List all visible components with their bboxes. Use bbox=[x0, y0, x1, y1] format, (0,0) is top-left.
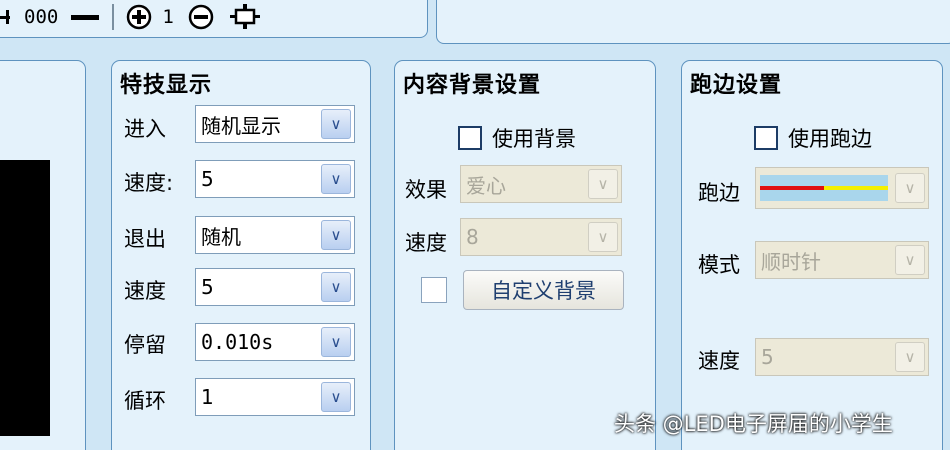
bg-effect-value: 爱心 bbox=[466, 173, 506, 198]
stay-select[interactable]: 0.010s ∨ bbox=[195, 323, 355, 361]
chevron-down-icon[interactable]: ∨ bbox=[321, 164, 351, 194]
chevron-down-icon[interactable]: ∨ bbox=[321, 382, 351, 412]
border-mode-value: 顺时针 bbox=[761, 249, 821, 274]
zoom-in-icon[interactable] bbox=[124, 3, 154, 31]
use-background-checkbox[interactable] bbox=[458, 126, 482, 150]
preview-screen bbox=[0, 160, 50, 436]
border-mode-select[interactable]: 顺时针 ∨ bbox=[755, 241, 929, 279]
speed1-label: 速度: bbox=[124, 171, 174, 195]
enter-select[interactable]: 随机显示 ∨ bbox=[195, 105, 355, 143]
exit-label: 退出 bbox=[124, 227, 166, 251]
enter-label: 进入 bbox=[124, 117, 166, 141]
background-title: 内容背景设置 bbox=[403, 73, 542, 98]
custom-background-checkbox[interactable] bbox=[421, 277, 447, 303]
chevron-down-icon[interactable]: ∨ bbox=[321, 327, 351, 357]
chevron-down-icon[interactable]: ∨ bbox=[895, 245, 925, 275]
bg-speed-select[interactable]: 8 ∨ bbox=[460, 218, 622, 256]
speed2-label: 速度 bbox=[124, 279, 166, 303]
exit-value: 随机 bbox=[201, 224, 241, 249]
fit-screen-icon[interactable] bbox=[228, 3, 262, 31]
border-pattern-preview bbox=[760, 175, 888, 201]
zoom-value: 1 bbox=[162, 6, 174, 28]
bg-speed-label: 速度 bbox=[405, 231, 447, 255]
stay-value: 0.010s bbox=[201, 330, 274, 354]
chevron-down-icon[interactable]: ∨ bbox=[588, 169, 618, 199]
digits-label: 000 bbox=[24, 6, 59, 28]
effects-title: 特技显示 bbox=[120, 73, 213, 98]
border-style-select[interactable]: ∨ bbox=[755, 167, 929, 209]
background-panel: 内容背景设置 使用背景 效果 爱心 ∨ 速度 8 ∨ 自定义背景 bbox=[394, 60, 656, 450]
border-style-label: 跑边 bbox=[698, 181, 740, 205]
border-mode-label: 模式 bbox=[698, 253, 740, 277]
use-background-label: 使用背景 bbox=[492, 127, 576, 151]
align-icon[interactable] bbox=[0, 3, 12, 31]
speed2-value: 5 bbox=[201, 275, 214, 299]
chevron-down-icon[interactable]: ∨ bbox=[321, 109, 351, 139]
border-yellow-segment bbox=[824, 186, 888, 190]
stay-label: 停留 bbox=[124, 333, 166, 357]
bg-speed-value: 8 bbox=[466, 225, 479, 249]
border-title: 跑边设置 bbox=[690, 73, 783, 98]
watermark: 头条 @LED电子屏届的小学生 bbox=[614, 412, 893, 436]
loop-label: 循环 bbox=[124, 389, 166, 413]
loop-value: 1 bbox=[201, 385, 214, 409]
enter-value: 随机显示 bbox=[201, 113, 281, 138]
speed1-select[interactable]: 5 ∨ bbox=[195, 160, 355, 198]
chevron-down-icon[interactable]: ∨ bbox=[895, 173, 925, 203]
custom-background-button[interactable]: 自定义背景 bbox=[463, 270, 624, 310]
border-panel: 跑边设置 使用跑边 跑边 ∨ 模式 顺时针 ∨ 速度 5 ∨ bbox=[681, 60, 943, 450]
border-speed-label: 速度 bbox=[698, 349, 740, 373]
top-right-panel bbox=[436, 0, 950, 44]
effects-panel: 特技显示 进入 随机显示 ∨ 速度: 5 ∨ 退出 随机 ∨ 速度 5 ∨ 停留… bbox=[111, 60, 371, 450]
use-border-label: 使用跑边 bbox=[788, 127, 872, 151]
border-red-segment bbox=[760, 186, 824, 190]
chevron-down-icon[interactable]: ∨ bbox=[321, 272, 351, 302]
exit-select[interactable]: 随机 ∨ bbox=[195, 216, 355, 254]
border-speed-select[interactable]: 5 ∨ bbox=[755, 338, 929, 376]
chevron-down-icon[interactable]: ∨ bbox=[588, 222, 618, 252]
speed1-value: 5 bbox=[201, 167, 214, 191]
speed2-select[interactable]: 5 ∨ bbox=[195, 268, 355, 306]
use-border-checkbox[interactable] bbox=[754, 126, 778, 150]
chevron-down-icon[interactable]: ∨ bbox=[321, 220, 351, 250]
loop-select[interactable]: 1 ∨ bbox=[195, 378, 355, 416]
bg-effect-label: 效果 bbox=[405, 178, 447, 202]
line-icon[interactable] bbox=[68, 3, 102, 31]
toolbar: 000 1 bbox=[0, 0, 420, 34]
bg-effect-select[interactable]: 爱心 ∨ bbox=[460, 165, 622, 203]
border-speed-value: 5 bbox=[761, 345, 774, 369]
zoom-out-icon[interactable] bbox=[186, 3, 216, 31]
toolbar-separator bbox=[112, 4, 115, 30]
chevron-down-icon[interactable]: ∨ bbox=[895, 342, 925, 372]
border-style-preview bbox=[756, 168, 895, 208]
